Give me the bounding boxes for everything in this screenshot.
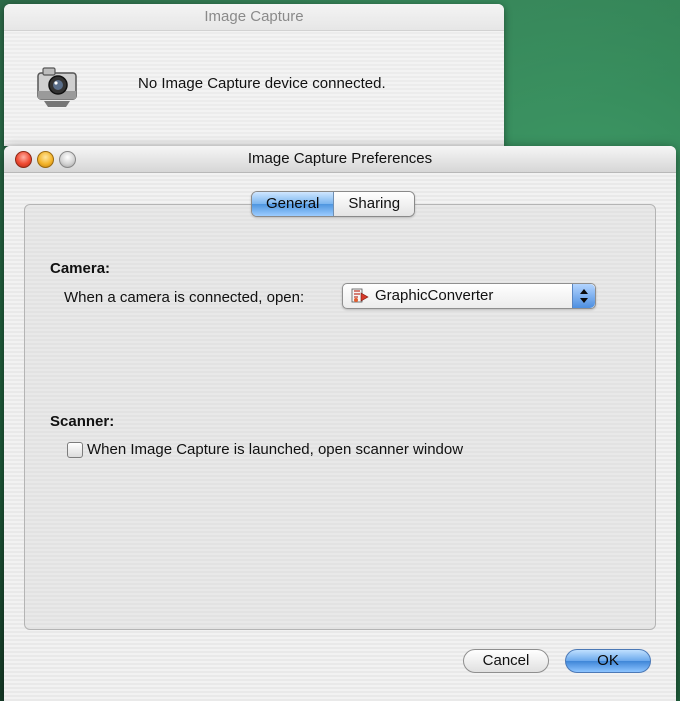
tab-bar: General Sharing bbox=[251, 191, 416, 217]
camera-icon bbox=[37, 67, 77, 107]
tab-sharing[interactable]: Sharing bbox=[334, 192, 415, 216]
ok-button[interactable]: OK bbox=[565, 649, 651, 673]
tab-panel bbox=[24, 204, 656, 630]
window-title: Image Capture Preferences bbox=[247, 150, 433, 167]
image-capture-window: Image Capture No Image Capture device co… bbox=[4, 4, 504, 146]
popup-arrows-icon bbox=[572, 284, 595, 308]
cancel-button[interactable]: Cancel bbox=[463, 649, 549, 673]
selected-app-label: GraphicConverter bbox=[375, 287, 494, 304]
title-bar[interactable]: Image Capture Preferences bbox=[4, 146, 676, 173]
no-device-message: No Image Capture device connected. bbox=[138, 75, 386, 92]
camera-section-label: Camera: bbox=[50, 260, 111, 277]
scanner-section-label: Scanner: bbox=[50, 413, 115, 430]
graphicconverter-app-icon bbox=[351, 288, 369, 303]
camera-app-popup[interactable]: GraphicConverter bbox=[342, 283, 596, 309]
camera-open-label: When a camera is connected, open: bbox=[64, 289, 305, 306]
preferences-window: Image Capture Preferences General Sharin… bbox=[4, 146, 676, 701]
open-scanner-checkbox-label[interactable]: When Image Capture is launched, open sca… bbox=[87, 441, 463, 458]
tab-general[interactable]: General bbox=[252, 192, 335, 216]
open-scanner-checkbox[interactable] bbox=[67, 442, 83, 458]
window-title: Image Capture bbox=[4, 4, 504, 31]
